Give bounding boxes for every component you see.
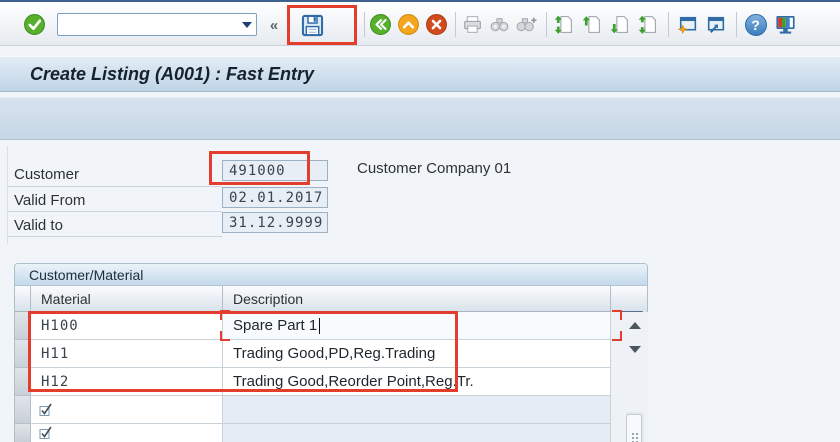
toolbar-separator bbox=[546, 12, 547, 37]
select-all-header[interactable] bbox=[15, 286, 31, 312]
toolbar-separator bbox=[736, 12, 737, 37]
cancel-button[interactable] bbox=[425, 13, 448, 36]
description-cell[interactable] bbox=[223, 424, 611, 442]
column-header-material[interactable]: Material bbox=[31, 286, 223, 312]
material-cell[interactable] bbox=[31, 396, 223, 424]
table-row bbox=[15, 424, 611, 442]
customer-label: Customer bbox=[14, 166, 80, 183]
material-cell[interactable]: H11 bbox=[31, 340, 223, 368]
column-header-row: Material Description bbox=[15, 286, 647, 331]
save-button[interactable] bbox=[298, 10, 326, 40]
back-icon bbox=[370, 14, 391, 35]
valid-to-field[interactable] bbox=[222, 212, 328, 233]
toolbar-separator bbox=[455, 12, 456, 37]
groupbox-header: Customer/Material bbox=[15, 264, 647, 286]
scrollbar-grip-icon bbox=[632, 433, 634, 435]
text-cursor bbox=[319, 317, 321, 334]
new-session-button[interactable] bbox=[676, 13, 699, 36]
new-session-icon bbox=[677, 16, 697, 35]
table-row: H100 Spare Part 1 bbox=[15, 312, 611, 340]
page-title: Create Listing (A001) : Fast Entry bbox=[30, 63, 315, 84]
command-dropdown-icon[interactable] bbox=[238, 14, 256, 35]
table-row: H11 Trading Good,PD,Reg.Trading bbox=[15, 340, 611, 368]
toolbar-separator bbox=[364, 12, 365, 37]
scrollbar-thumb[interactable] bbox=[626, 414, 642, 442]
triangle-up-icon bbox=[629, 321, 641, 329]
find-next-button[interactable] bbox=[515, 13, 538, 36]
scroll-down-button[interactable] bbox=[626, 341, 644, 357]
cancel-icon bbox=[426, 14, 447, 35]
title-bar: Create Listing (A001) : Fast Entry bbox=[0, 56, 840, 92]
row-select-cell[interactable] bbox=[15, 396, 31, 424]
back-button[interactable] bbox=[369, 13, 392, 36]
table-scroll-area bbox=[611, 312, 648, 442]
row-select-cell[interactable] bbox=[15, 340, 31, 368]
command-field[interactable] bbox=[57, 13, 257, 36]
description-cell[interactable] bbox=[223, 396, 611, 424]
customer-description: Customer Company 01 bbox=[357, 160, 512, 177]
exit-icon bbox=[398, 14, 419, 35]
enter-icon bbox=[24, 14, 45, 35]
system-toolbar: « ? bbox=[0, 0, 840, 46]
create-shortcut-button[interactable] bbox=[704, 13, 727, 36]
last-page-button[interactable] bbox=[636, 13, 659, 36]
content-left-border bbox=[7, 146, 8, 244]
toolbar-separator bbox=[668, 12, 669, 37]
material-cell[interactable]: H100 bbox=[31, 312, 223, 340]
valid-from-field[interactable] bbox=[222, 187, 328, 208]
application-toolbar bbox=[0, 97, 840, 140]
row-select-cell[interactable] bbox=[15, 312, 31, 340]
description-cell[interactable]: Spare Part 1 bbox=[223, 312, 611, 340]
create-shortcut-icon bbox=[707, 16, 725, 34]
scrollbar-track[interactable] bbox=[626, 412, 644, 442]
first-page-button[interactable] bbox=[552, 13, 575, 36]
description-cell[interactable]: Trading Good,Reorder Point,Reg.Tr. bbox=[223, 368, 611, 396]
scroll-left-icon[interactable]: « bbox=[266, 17, 282, 33]
save-icon bbox=[301, 14, 323, 36]
last-page-icon bbox=[638, 15, 656, 34]
print-icon bbox=[464, 16, 481, 33]
find-next-icon bbox=[516, 17, 537, 32]
customer-field[interactable] bbox=[222, 160, 328, 181]
form-divider bbox=[7, 186, 222, 187]
row-select-cell[interactable] bbox=[15, 368, 31, 396]
form-divider bbox=[7, 236, 222, 237]
find-button[interactable] bbox=[488, 13, 511, 36]
enter-button[interactable] bbox=[23, 13, 46, 36]
multiple-selection-checkbox-icon bbox=[39, 403, 52, 416]
row-select-cell[interactable] bbox=[15, 424, 31, 442]
table-row: H12 Trading Good,Reorder Point,Reg.Tr. bbox=[15, 368, 611, 396]
sap-window: « ? Create Listing (A001): Fast Entry C… bbox=[0, 0, 840, 442]
column-header-description[interactable]: Description bbox=[223, 286, 611, 312]
first-page-icon bbox=[554, 15, 572, 34]
exit-button[interactable] bbox=[397, 13, 420, 36]
page-down-button[interactable] bbox=[608, 13, 631, 36]
material-cell[interactable]: H12 bbox=[31, 368, 223, 396]
find-icon bbox=[490, 18, 509, 32]
groupbox-title: Customer/Material bbox=[29, 266, 144, 283]
description-cell[interactable]: Trading Good,PD,Reg.Trading bbox=[223, 340, 611, 368]
print-button[interactable] bbox=[461, 13, 484, 36]
multiple-selection-checkbox-icon bbox=[39, 426, 52, 439]
form-divider bbox=[7, 211, 222, 212]
triangle-down-icon bbox=[629, 345, 641, 353]
valid-to-label: Valid to bbox=[14, 217, 63, 234]
customize-layout-icon bbox=[776, 15, 795, 34]
valid-from-label: Valid From bbox=[14, 192, 86, 209]
help-button[interactable]: ? bbox=[744, 13, 767, 36]
help-icon: ? bbox=[744, 13, 767, 36]
customize-layout-button[interactable] bbox=[773, 12, 798, 37]
command-input[interactable] bbox=[62, 14, 238, 35]
material-cell[interactable] bbox=[31, 424, 223, 442]
page-down-icon bbox=[610, 16, 628, 34]
customer-material-groupbox: Customer/Material Material Description H… bbox=[14, 263, 648, 442]
page-up-button[interactable] bbox=[580, 13, 603, 36]
page-up-icon bbox=[582, 16, 600, 33]
table-row bbox=[15, 396, 611, 424]
scroll-up-button[interactable] bbox=[626, 317, 644, 333]
